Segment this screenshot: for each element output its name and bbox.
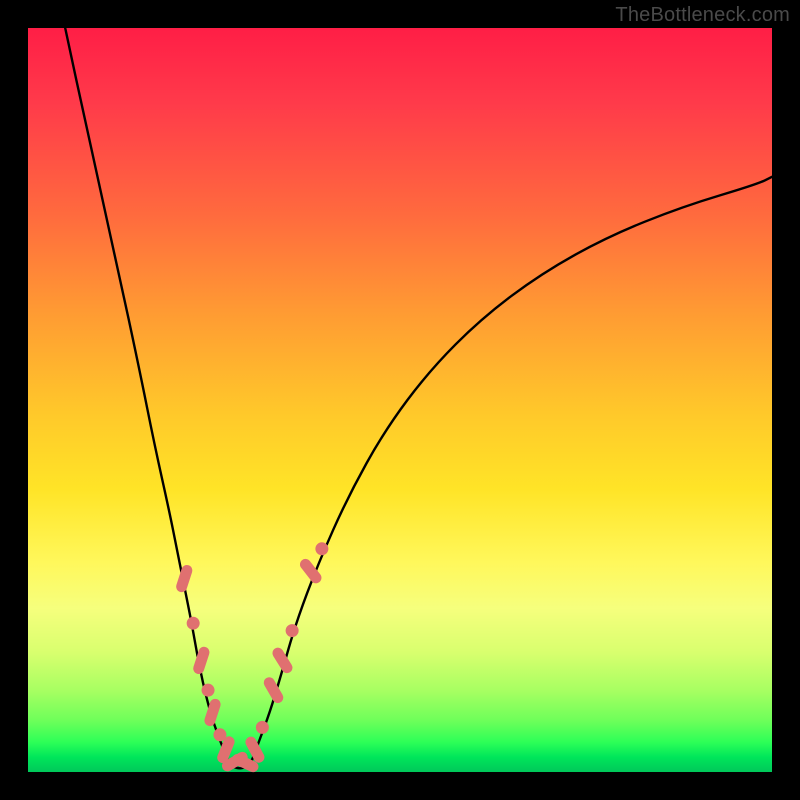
curve-marker xyxy=(270,646,294,676)
curve-marker xyxy=(175,564,194,594)
curve-path-group xyxy=(65,28,772,768)
curve-marker xyxy=(192,645,211,675)
curve-marker xyxy=(202,684,215,697)
plot-area xyxy=(28,28,772,772)
curve-marker xyxy=(203,697,222,727)
chart-frame: TheBottleneck.com xyxy=(0,0,800,800)
curve-marker xyxy=(286,624,299,637)
watermark-text: TheBottleneck.com xyxy=(615,4,790,27)
curve-svg xyxy=(28,28,772,772)
curve-marker xyxy=(262,675,286,705)
curve-markers-group xyxy=(175,542,329,774)
curve-marker xyxy=(256,721,269,734)
bottleneck-curve xyxy=(65,28,772,768)
curve-marker xyxy=(315,542,328,555)
curve-marker xyxy=(187,617,200,630)
